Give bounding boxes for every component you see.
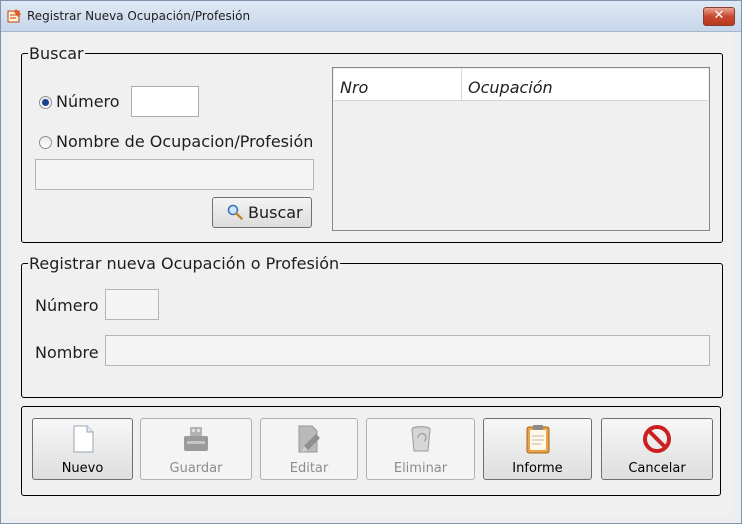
edit-document-icon [298,425,320,453]
dialog-body: Buscar Número Nombre de Ocupacion/Profes… [8,32,734,517]
grid-header: Nro Ocupación [334,69,708,101]
close-button[interactable]: ✕ [703,7,735,26]
eliminar-button-label: Eliminar [393,461,448,476]
register-nombre-input[interactable] [105,335,710,366]
register-group-title: Registrar nueva Ocupación o Profesión [29,254,340,273]
radio-numero[interactable] [39,96,52,109]
nuevo-button[interactable]: Nuevo [32,418,133,480]
eliminar-button[interactable]: Eliminar [366,418,475,480]
guardar-button-label: Guardar [169,461,223,476]
trash-can-icon [411,426,430,452]
nuevo-button-label: Nuevo [61,461,104,476]
editar-button-label: Editar [289,461,329,476]
window-title: Registrar Nueva Ocupación/Profesión [27,9,251,23]
search-numero-input[interactable] [131,86,199,117]
search-nombre-input[interactable] [35,159,314,190]
buscar-button-label: Buscar [248,203,303,222]
search-group-title: Buscar [29,44,84,63]
register-group: Registrar nueva Ocupación o Profesión [21,254,723,398]
no-entry-icon [643,425,671,453]
register-nombre-label: Nombre [35,343,99,362]
informe-button-label: Informe [512,461,563,476]
buscar-button[interactable]: Buscar [212,197,312,228]
dialog-window: Registrar Nueva Ocupación/Profesión ✕ Bu… [0,0,742,524]
radio-numero-label[interactable]: Número [56,92,120,111]
magnifier-icon [227,204,243,220]
clipboard-icon [526,425,549,454]
register-form-icon [7,9,21,23]
close-icon: ✕ [713,8,725,23]
radio-nombre-label[interactable]: Nombre de Ocupacion/Profesión [56,132,313,151]
cancelar-button[interactable]: Cancelar [601,418,713,480]
blank-document-icon [73,425,93,453]
radio-nombre[interactable] [39,136,52,149]
register-numero-label: Número [35,296,99,315]
column-header-ocupacion[interactable]: Ocupación [462,69,708,100]
column-header-nro[interactable]: Nro [334,69,462,100]
informe-button[interactable]: Informe [483,418,592,480]
guardar-button[interactable]: Guardar [140,418,252,480]
editar-button[interactable]: Editar [260,418,358,480]
title-bar[interactable]: Registrar Nueva Ocupación/Profesión ✕ [1,1,741,32]
register-numero-input[interactable] [105,289,159,320]
cancelar-button-label: Cancelar [628,461,686,476]
usb-drive-icon [184,427,208,451]
results-grid[interactable]: Nro Ocupación [332,67,710,231]
